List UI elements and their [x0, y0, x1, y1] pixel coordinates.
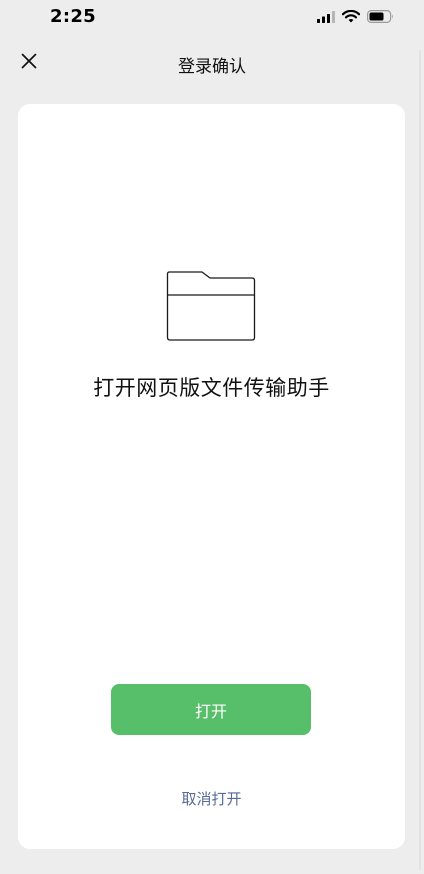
scroll-edge [418, 50, 422, 870]
wifi-icon [341, 8, 361, 27]
nav-bar: 登录确认 [0, 40, 424, 86]
card-title: 打开网页版文件传输助手 [93, 376, 330, 400]
status-bar: 2:25 [0, 0, 424, 36]
page-title: 登录确认 [178, 57, 246, 77]
open-button[interactable]: 打开 [111, 684, 311, 735]
cancel-open-link[interactable]: 取消打开 [18, 788, 405, 809]
battery-icon [367, 8, 394, 27]
login-confirm-card: 打开网页版文件传输助手 打开 取消打开 [18, 104, 405, 849]
signal-icon [317, 8, 335, 27]
status-time: 2:25 [50, 6, 96, 27]
status-icons [317, 8, 394, 27]
folder-icon [166, 270, 256, 346]
